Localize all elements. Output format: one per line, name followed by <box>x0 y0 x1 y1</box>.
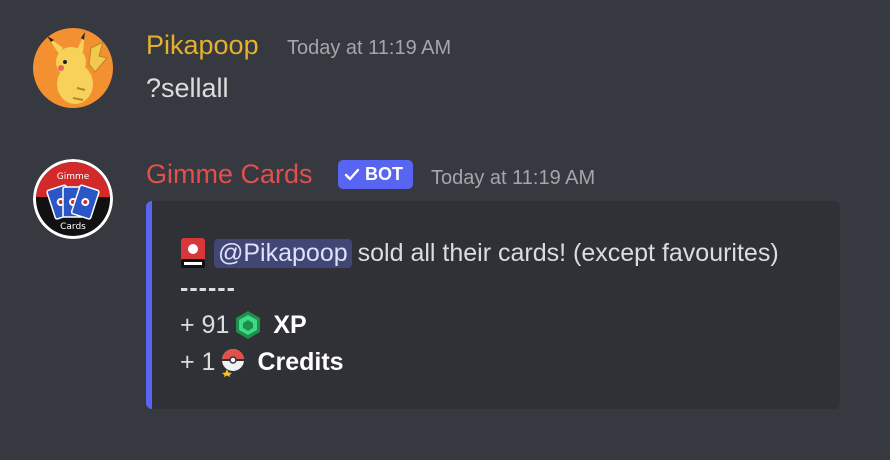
username[interactable]: Gimme Cards <box>146 159 313 190</box>
gimme-cards-logo-icon: Gimme Cards <box>33 159 113 239</box>
trainer-card-icon <box>181 238 205 268</box>
credits-amount: + 1 <box>180 347 216 376</box>
embed-line1-text: sold all their cards! (except favourites… <box>357 238 779 267</box>
verified-check-icon <box>344 168 360 180</box>
message-gimme-cards: Gimme Cards Gimme Cards BOT Today at 11:… <box>0 140 890 440</box>
bot-badge-label: BOT <box>365 164 403 184</box>
logo-text-bottom: Cards <box>60 222 86 232</box>
message-content: ?sellall <box>146 73 229 103</box>
embed-line-credits: + 1 Credits <box>180 347 344 377</box>
message-pikapoop: Pikapoop Today at 11:19 AM ?sellall <box>0 0 890 130</box>
timestamp[interactable]: Today at 11:19 AM <box>287 37 451 60</box>
avatar[interactable]: Gimme Cards <box>33 159 113 239</box>
xp-amount: + 91 <box>180 310 230 339</box>
embed-divider: ------ <box>180 274 236 302</box>
timestamp[interactable]: Today at 11:19 AM <box>431 167 595 190</box>
user-mention[interactable]: @Pikapoop <box>214 238 352 268</box>
bot-badge: BOT <box>338 160 413 189</box>
credits-label: Credits <box>257 347 344 376</box>
xp-gem-icon <box>236 311 261 339</box>
pokeball-credits-icon <box>222 349 245 377</box>
pikachu-avatar-icon <box>33 28 113 108</box>
chat-messages: Pikapoop Today at 11:19 AM ?sellall Gimm… <box>0 0 890 460</box>
embed-line-sold: @Pikapoop sold all their cards! (except … <box>180 237 779 269</box>
avatar[interactable] <box>33 28 113 108</box>
xp-label: XP <box>273 310 307 339</box>
embed-line-xp: + 91 XP <box>180 310 307 340</box>
logo-text-top: Gimme <box>57 172 90 182</box>
embed: @Pikapoop sold all their cards! (except … <box>146 201 840 409</box>
username[interactable]: Pikapoop <box>146 30 259 61</box>
